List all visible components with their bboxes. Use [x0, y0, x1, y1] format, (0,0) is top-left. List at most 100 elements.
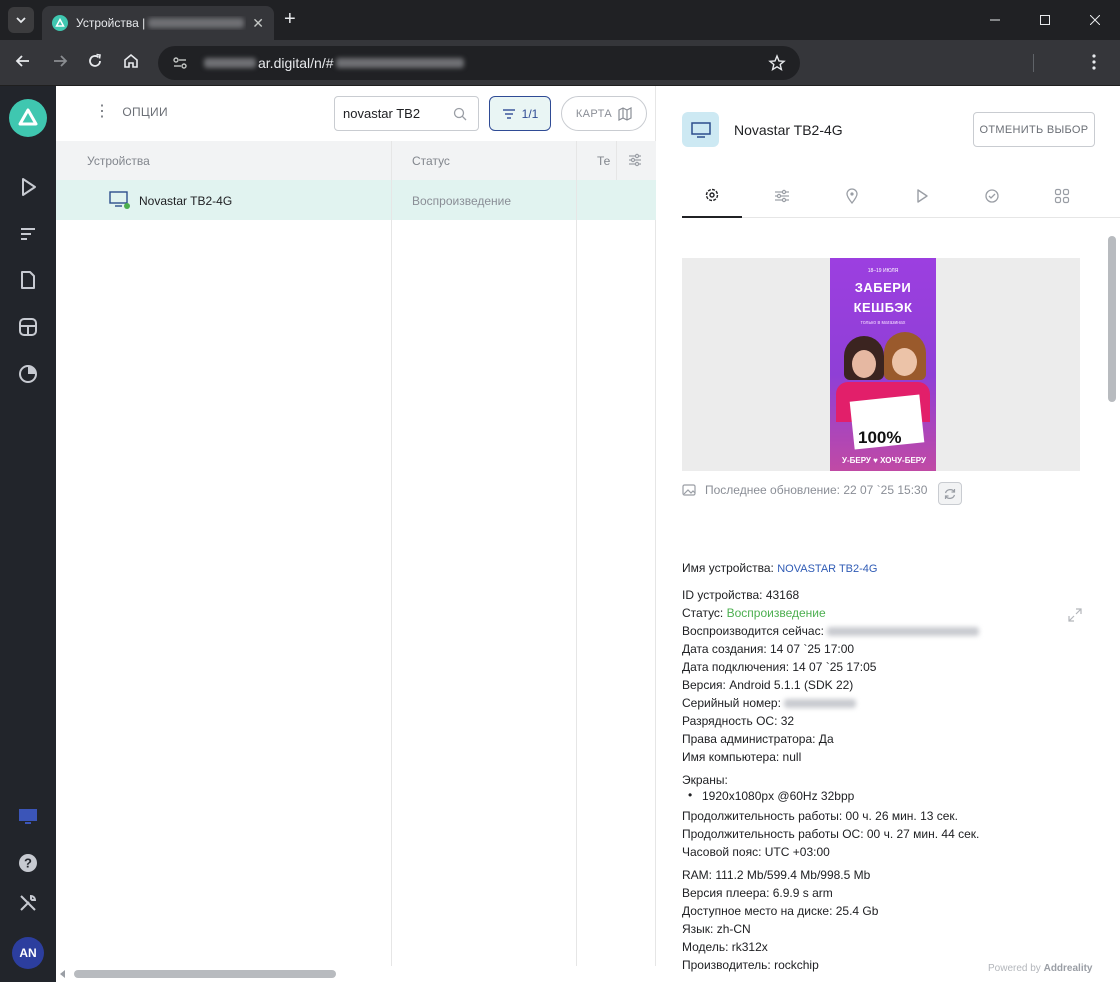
info-screen-item: • 1920x1080px @60Hz 32bpp [688, 788, 855, 803]
column-header-tags[interactable]: Те [597, 154, 613, 168]
reload-button[interactable] [86, 52, 104, 75]
map-label: КАРТА [575, 107, 613, 120]
back-button[interactable] [14, 52, 32, 75]
image-icon [682, 484, 696, 496]
search-field[interactable] [334, 96, 479, 131]
user-avatar[interactable]: AN [12, 937, 44, 969]
vertical-scrollbar[interactable] [1108, 236, 1116, 402]
info-uptime: Продолжительность работы: 00 ч. 26 мин. … [682, 809, 959, 823]
poster-line1: ЗАБЕРИ [854, 280, 912, 295]
nav-play-icon[interactable] [16, 175, 40, 199]
info-admin: Права администратора: Да [682, 732, 834, 746]
redacted-value [784, 699, 857, 709]
svg-text:?: ? [24, 856, 32, 871]
check-icon [985, 189, 999, 203]
tab-playback[interactable] [892, 174, 952, 218]
play-icon [917, 189, 928, 203]
column-header-status[interactable]: Статус [412, 154, 450, 168]
info-device-name: Имя устройства: NOVASTAR TB2-4G [682, 561, 878, 575]
screenshot-image: 18–19 ИЮЛЯ ЗАБЕРИ КЕШБЭК только в магази… [830, 258, 936, 471]
column-divider [576, 141, 577, 966]
tab-apps[interactable] [1032, 174, 1092, 218]
tab-location[interactable] [822, 174, 882, 218]
expand-icon[interactable] [1068, 608, 1082, 627]
forward-button[interactable] [51, 52, 69, 75]
info-computer: Имя компьютера: null [682, 750, 802, 764]
bookmark-star-icon[interactable] [768, 54, 786, 77]
deselect-button[interactable]: ОТМЕНИТЬ ВЫБОР [973, 112, 1095, 147]
device-title: Novastar TB2-4G [734, 122, 843, 138]
site-info-icon[interactable] [168, 51, 192, 75]
tab-search-button[interactable] [8, 7, 34, 33]
options-menu[interactable]: ⋮ ОПЦИИ [94, 104, 168, 120]
sliders-icon [775, 189, 789, 203]
tab-close-icon[interactable]: ✕ [252, 15, 264, 32]
arrow-right-icon [54, 55, 68, 67]
screenshot-preview[interactable]: 18–19 ИЮЛЯ ЗАБЕРИ КЕШБЭК только в магази… [682, 258, 1082, 622]
device-status-icon [109, 190, 131, 215]
browser-tabbar: Устройства | ✕ + [0, 0, 1120, 40]
filter-button[interactable]: 1/1 [489, 96, 551, 131]
app-favicon-icon [52, 15, 68, 31]
info-screens: Экраны: [682, 773, 728, 787]
filter-icon [502, 108, 515, 119]
row-device-name: Novastar TB2-4G [139, 194, 233, 208]
search-input[interactable] [343, 106, 453, 121]
nav-layout-icon[interactable] [16, 315, 40, 339]
browser-tab[interactable]: Устройства | ✕ [42, 6, 274, 40]
info-playing-now: Воспроизводится сейчас: [682, 622, 980, 640]
info-version: Версия: Android 5.1.1 (SDK 22) [682, 678, 854, 692]
poster-brand-line: У-БЕРУ ♥ ХОЧУ-БЕРУ [841, 456, 927, 465]
poster-figure [852, 350, 876, 378]
refresh-screenshot-button[interactable] [938, 482, 962, 505]
home-button[interactable] [122, 52, 140, 75]
last-update: Последнее обновление: 22 07 `25 15:30 [682, 483, 927, 497]
close-window-button[interactable] [1070, 0, 1120, 40]
settings-icon [705, 188, 719, 202]
app-root: ? AN ⋮ ОПЦИИ 1/1 КАРТА Устройства Статус… [0, 86, 1120, 982]
minimize-button[interactable] [970, 0, 1020, 40]
scroll-left-icon[interactable] [60, 970, 66, 978]
tab-params[interactable] [752, 174, 812, 218]
maximize-button[interactable] [1020, 0, 1070, 40]
nav-analytics-icon[interactable] [16, 362, 40, 386]
window-controls [970, 0, 1120, 40]
address-bar[interactable]: ar.digital/n/# [158, 46, 800, 80]
info-ram: RAM: 111.2 Mb/599.4 Mb/998.5 Mb [682, 868, 871, 882]
detail-tabs [682, 174, 1120, 218]
arrow-left-icon [15, 55, 29, 67]
info-status: Статус: Воспроизведение [682, 606, 826, 620]
map-icon [618, 106, 632, 121]
nav-list-icon[interactable] [16, 222, 40, 246]
device-name-link[interactable]: NOVASTAR TB2-4G [777, 563, 877, 575]
column-settings-icon[interactable] [628, 153, 642, 172]
url-text: ar.digital/n/# [204, 55, 464, 71]
help-icon[interactable]: ? [16, 851, 40, 875]
column-divider [391, 141, 392, 966]
info-lang: Язык: zh-CN [682, 922, 751, 936]
tab-settings[interactable] [682, 174, 742, 218]
device-list-panel: ⋮ ОПЦИИ 1/1 КАРТА Устройства Статус Те N… [56, 86, 656, 982]
poster-figure [892, 348, 917, 376]
poster-subtext: только в магазинах [860, 320, 906, 326]
filter-count: 1/1 [521, 106, 539, 121]
tools-icon[interactable] [16, 891, 40, 915]
nav-file-icon[interactable] [16, 268, 40, 292]
new-tab-button[interactable]: + [284, 9, 296, 29]
column-header-devices[interactable]: Устройства [87, 154, 150, 168]
info-timezone: Часовой пояс: UTC +03:00 [682, 845, 830, 859]
tab-title: Устройства | [76, 16, 246, 30]
powered-by: Powered by Addreality [988, 963, 1093, 974]
row-device-status: Воспроизведение [412, 194, 512, 208]
horizontal-scrollbar[interactable] [56, 966, 656, 982]
app-logo[interactable] [9, 99, 47, 137]
info-id: ID устройства: 43168 [682, 588, 800, 602]
nav-devices-icon[interactable] [16, 804, 40, 828]
grid-icon [1054, 188, 1070, 204]
status-value: Воспроизведение [726, 606, 826, 620]
browser-menu-icon[interactable] [1092, 53, 1096, 76]
tab-status[interactable] [962, 174, 1022, 218]
horizontal-scroll-thumb[interactable] [74, 970, 336, 978]
info-connected: Дата подключения: 14 07 `25 17:05 [682, 660, 877, 674]
map-button[interactable]: КАРТА [561, 96, 647, 131]
